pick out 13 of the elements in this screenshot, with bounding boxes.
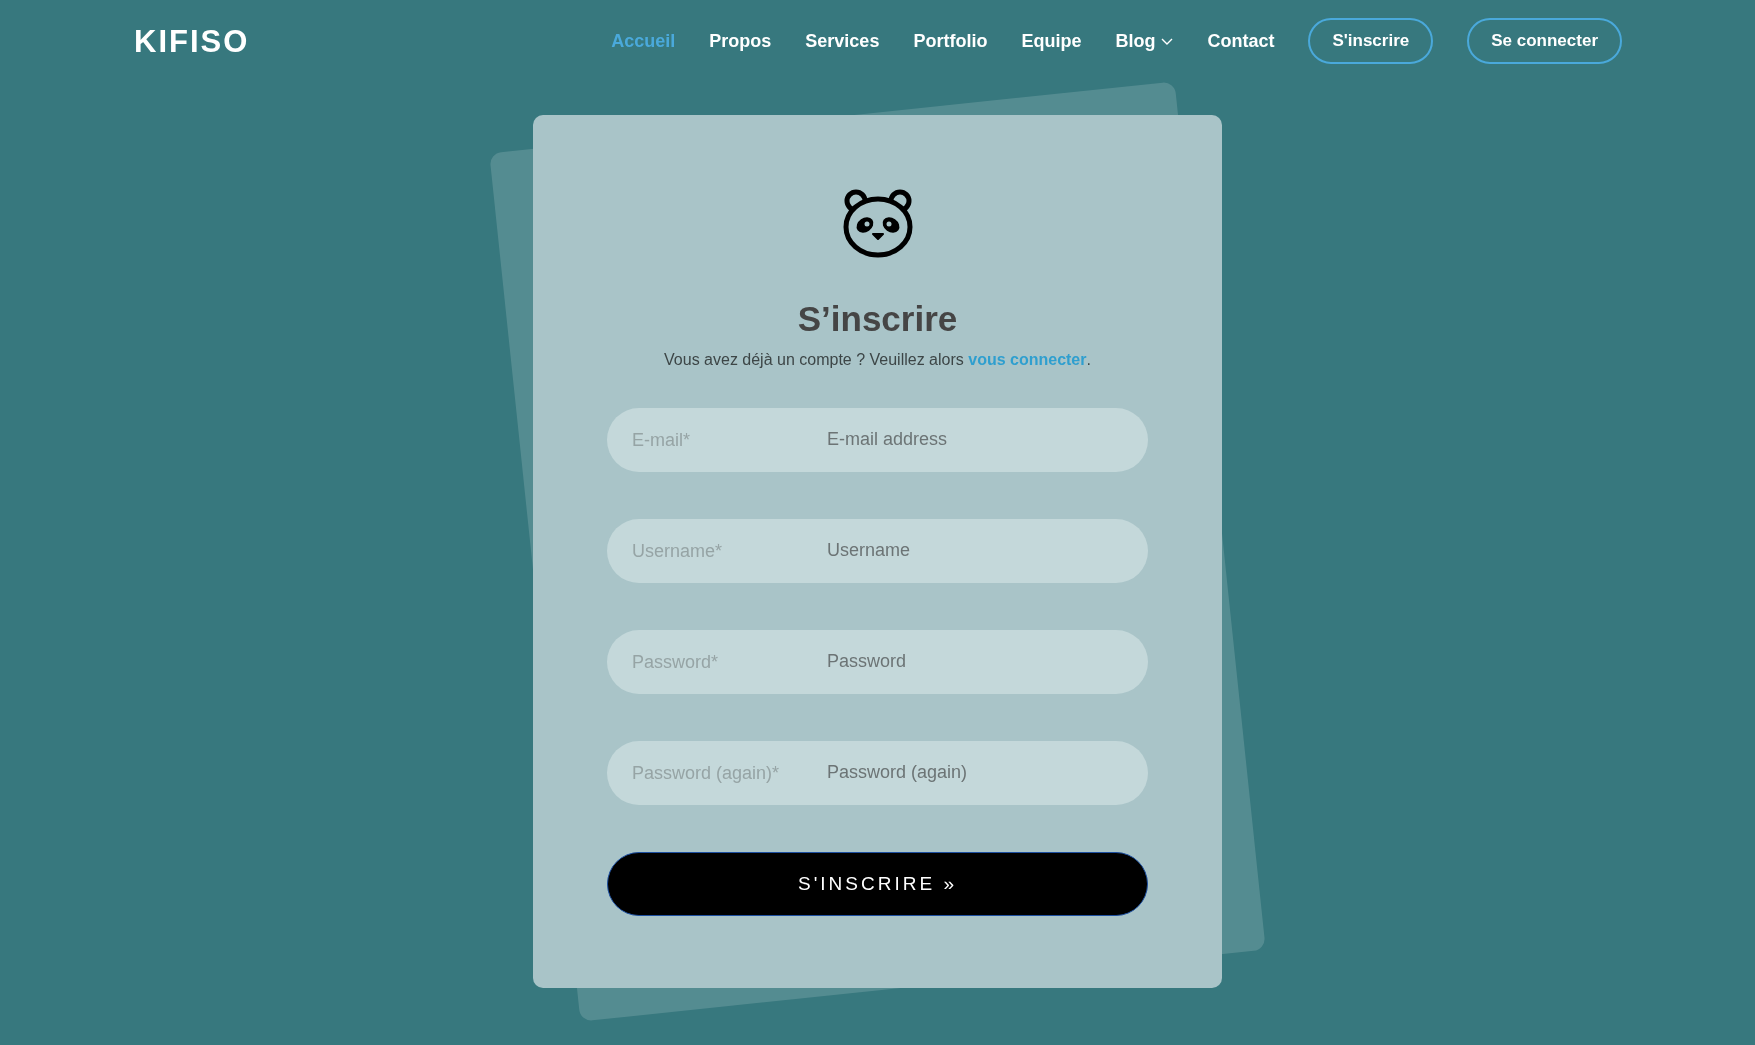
- signup-button[interactable]: S'inscrire: [1308, 18, 1434, 64]
- login-button[interactable]: Se connecter: [1467, 18, 1622, 64]
- nav-link[interactable]: Blog: [1115, 27, 1174, 55]
- nav-link[interactable]: Propos: [709, 27, 772, 55]
- nav-link[interactable]: Services: [805, 27, 880, 55]
- signup-submit-button[interactable]: S'INSCRIRE »: [607, 851, 1148, 916]
- nav-link[interactable]: Equipe: [1021, 27, 1082, 55]
- logo[interactable]: KIFISO: [134, 25, 250, 57]
- form-title: S’inscrire: [797, 298, 958, 340]
- nav-link[interactable]: Contact: [1207, 27, 1275, 55]
- nav-link[interactable]: Portfolio: [913, 27, 988, 55]
- panda-icon: [841, 188, 914, 258]
- signin-prompt: Vous avez déjà un compte ? Veuillez alors vous connecter.: [664, 349, 1091, 370]
